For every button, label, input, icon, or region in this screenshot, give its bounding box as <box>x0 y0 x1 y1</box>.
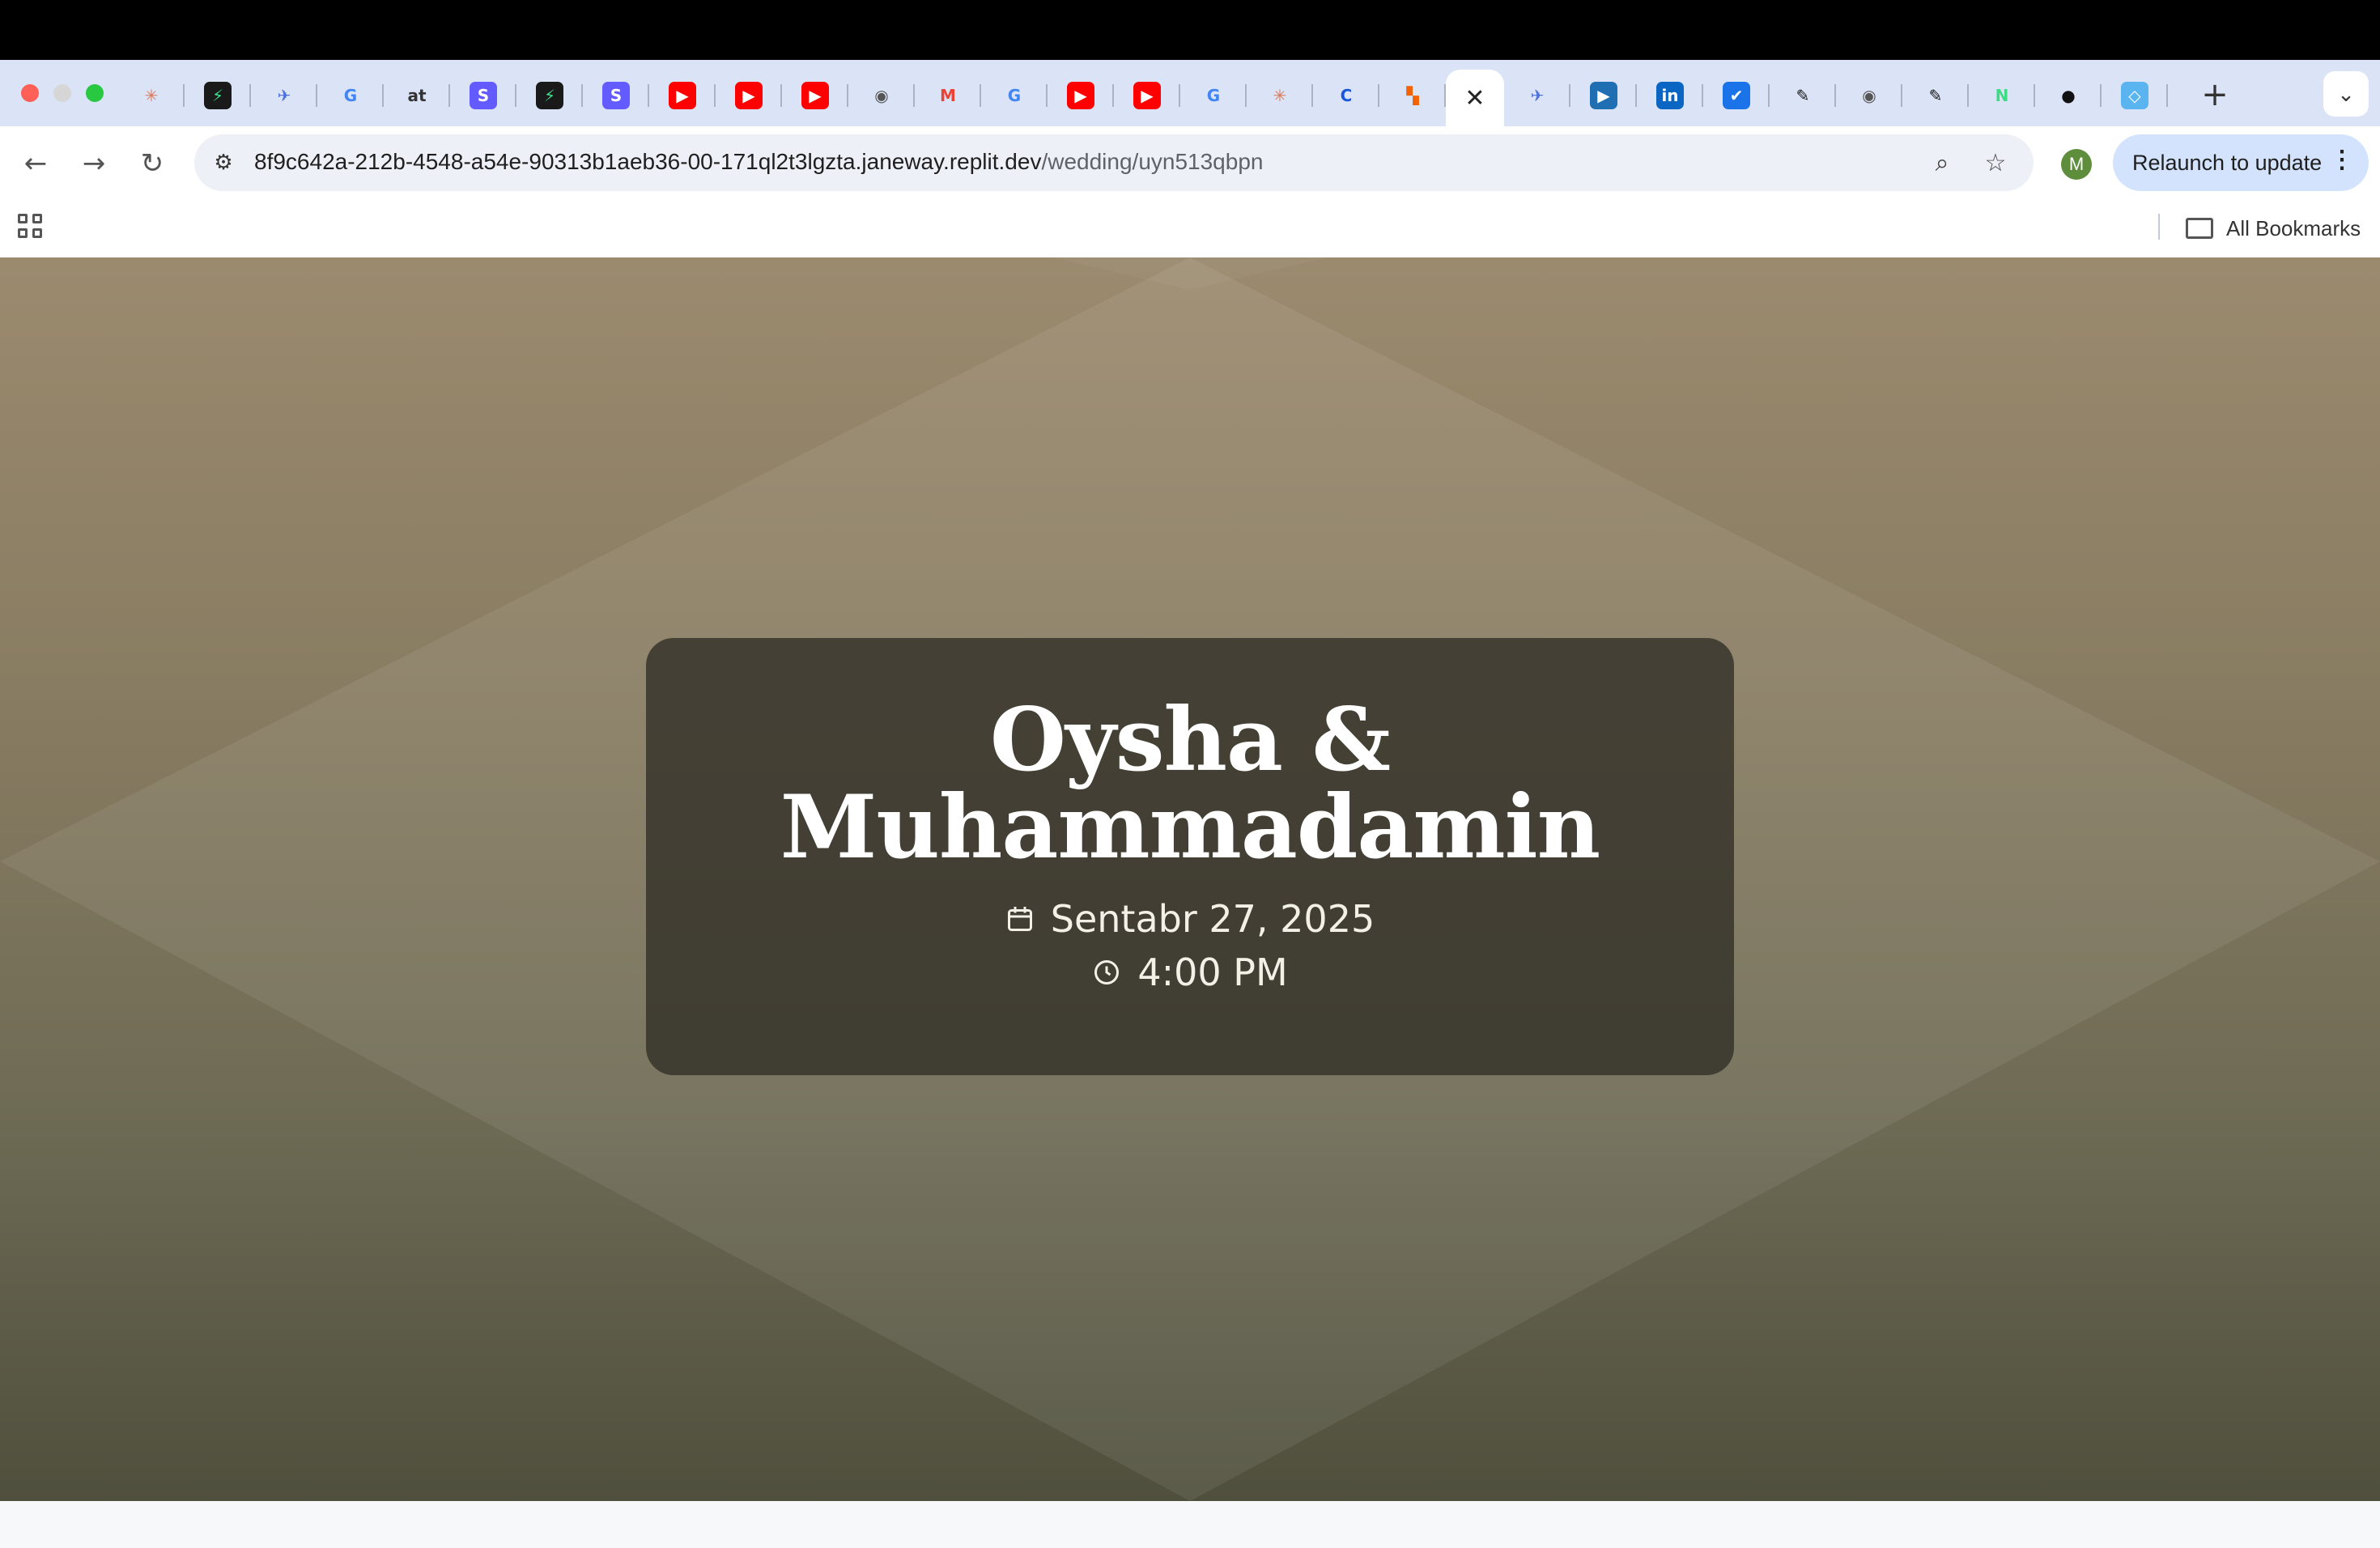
tab[interactable]: ✔ <box>1703 70 1770 121</box>
tab[interactable]: M <box>915 70 981 121</box>
bird-icon: ✈ <box>277 86 291 105</box>
google-icon: G <box>1206 86 1221 105</box>
globe-icon: ◉ <box>1862 86 1876 105</box>
tab[interactable]: ✎ <box>1770 70 1836 121</box>
tab[interactable]: ● <box>2035 70 2102 121</box>
bookmarks-divider <box>2158 214 2160 240</box>
close-tab-icon[interactable]: ✕ <box>1464 84 1485 113</box>
at-icon: at <box>407 86 427 105</box>
clock-icon <box>1094 960 1120 985</box>
invitation-card: Oysha & Muhammadamin Sentabr 27, 2025 4:… <box>646 638 1734 1075</box>
tab[interactable]: ▶ <box>1114 70 1180 121</box>
wedding-time: 4:00 PM <box>646 950 1734 994</box>
translate-icon: ✔ <box>1723 82 1750 109</box>
wedding-page: Oysha & Muhammadamin Sentabr 27, 2025 4:… <box>0 257 2380 1501</box>
tab[interactable]: G <box>317 70 384 121</box>
minimize-window-button[interactable] <box>53 84 71 102</box>
tab-active[interactable]: ✕ <box>1446 70 1504 126</box>
tab[interactable]: ✳ <box>118 70 185 121</box>
stripe-icon: S <box>602 82 630 109</box>
tab[interactable]: in <box>1637 70 1703 121</box>
diamond-icon: ◇ <box>2121 82 2148 109</box>
tab[interactable]: ▶ <box>649 70 716 121</box>
bolt-icon: ⚡ <box>204 82 232 109</box>
claude-icon: ✳ <box>144 86 159 105</box>
video-icon: ▶ <box>1590 82 1617 109</box>
tab[interactable]: ◉ <box>848 70 915 121</box>
tab[interactable]: ▶ <box>1048 70 1114 121</box>
tab[interactable]: ▶ <box>1570 70 1637 121</box>
tab[interactable]: ▶ <box>716 70 782 121</box>
tab[interactable]: N <box>1969 70 2035 121</box>
time-text: 4:00 PM <box>1137 950 1288 994</box>
tab[interactable]: S <box>583 70 649 121</box>
stripe-icon: S <box>470 82 497 109</box>
couple-names: Oysha & Muhammadamin <box>646 696 1734 871</box>
maximize-window-button[interactable] <box>86 84 104 102</box>
tab[interactable]: ▚ <box>1379 70 1446 121</box>
all-bookmarks-button[interactable]: All Bookmarks <box>2186 214 2361 243</box>
bird-icon: ✈ <box>1530 86 1545 105</box>
page-bottom-section <box>0 1501 2380 1548</box>
tab[interactable]: ⚡ <box>185 70 251 121</box>
tab[interactable]: ✈ <box>1504 70 1570 121</box>
forward-button[interactable]: → <box>73 142 115 185</box>
replit-icon: ▚ <box>1406 86 1419 105</box>
menu-bar <box>0 0 2380 60</box>
names-line-2: Muhammadamin <box>780 776 1600 878</box>
names-line-1: Oysha & <box>989 689 1391 791</box>
relaunch-label: Relaunch to update <box>2132 150 2323 175</box>
tab[interactable]: ◇ <box>2102 70 2168 121</box>
youtube-icon: ▶ <box>1133 82 1161 109</box>
tab[interactable]: ⚡ <box>516 70 583 121</box>
tab[interactable]: ✈ <box>251 70 317 121</box>
c-icon: C <box>1340 86 1353 105</box>
puzzle-icon: ✎ <box>1796 86 1810 105</box>
new-tab-button[interactable]: + <box>2199 74 2231 115</box>
youtube-icon: ▶ <box>669 82 696 109</box>
linkedin-icon: in <box>1656 82 1684 109</box>
tab[interactable]: at <box>384 70 450 121</box>
google-icon: G <box>343 86 358 105</box>
tab[interactable]: G <box>1180 70 1247 121</box>
github-icon: ● <box>2061 86 2076 105</box>
puzzle-icon: ✎ <box>1928 86 1943 105</box>
bolt-icon: ⚡ <box>536 82 563 109</box>
google-icon: G <box>1007 86 1022 105</box>
reload-button[interactable]: ↻ <box>131 142 173 185</box>
date-text: Sentabr 27, 2025 <box>1050 897 1375 941</box>
all-bookmarks-label: All Bookmarks <box>2226 215 2361 240</box>
apps-grid-icon[interactable] <box>18 214 45 241</box>
bookmark-star-icon[interactable]: ☆ <box>1978 146 2012 180</box>
tab[interactable]: ✎ <box>1902 70 1969 121</box>
claude-icon: ✳ <box>1273 86 1287 105</box>
youtube-icon: ▶ <box>735 82 763 109</box>
bookmarks-bar <box>0 201 2380 257</box>
tab[interactable]: ◉ <box>1836 70 1902 121</box>
tab[interactable]: S <box>450 70 516 121</box>
tab[interactable]: ▶ <box>782 70 848 121</box>
youtube-icon: ▶ <box>1067 82 1094 109</box>
tab-search-button[interactable]: ⌄ <box>2323 71 2369 117</box>
tabs: ✳ ⚡ ✈ Gat S ⚡ S ▶ ▶ ▶ ◉ M G ▶ ▶ G ✳ C ▚ ✕ ✈ ▶ in ✔ ✎ ◉ ✎ N ● ◇ <box>118 70 2168 126</box>
folder-icon <box>2186 218 2213 239</box>
url-text[interactable]: 8f9c642a-212b-4548-a54e-90313b1aeb36-00-… <box>254 149 1263 175</box>
tab[interactable]: ✳ <box>1247 70 1313 121</box>
tab[interactable]: G <box>981 70 1048 121</box>
tab[interactable]: C <box>1313 70 1379 121</box>
close-window-button[interactable] <box>21 84 39 102</box>
gmail-icon: M <box>940 86 956 105</box>
notion-icon: N <box>1995 86 2009 105</box>
more-menu-icon[interactable]: ⋮ <box>2330 146 2354 174</box>
wedding-date: Sentabr 27, 2025 <box>646 897 1734 941</box>
calendar-icon <box>1007 907 1032 931</box>
zoom-icon[interactable]: ⌕ <box>1925 146 1959 180</box>
avatar[interactable]: M <box>2061 149 2092 180</box>
youtube-icon: ▶ <box>801 82 829 109</box>
site-info-icon[interactable]: ⚙ <box>207 146 240 178</box>
globe-icon: ◉ <box>874 86 889 105</box>
relaunch-button[interactable]: Relaunch to update ⋮ <box>2113 134 2369 191</box>
back-button[interactable]: ← <box>15 142 57 185</box>
